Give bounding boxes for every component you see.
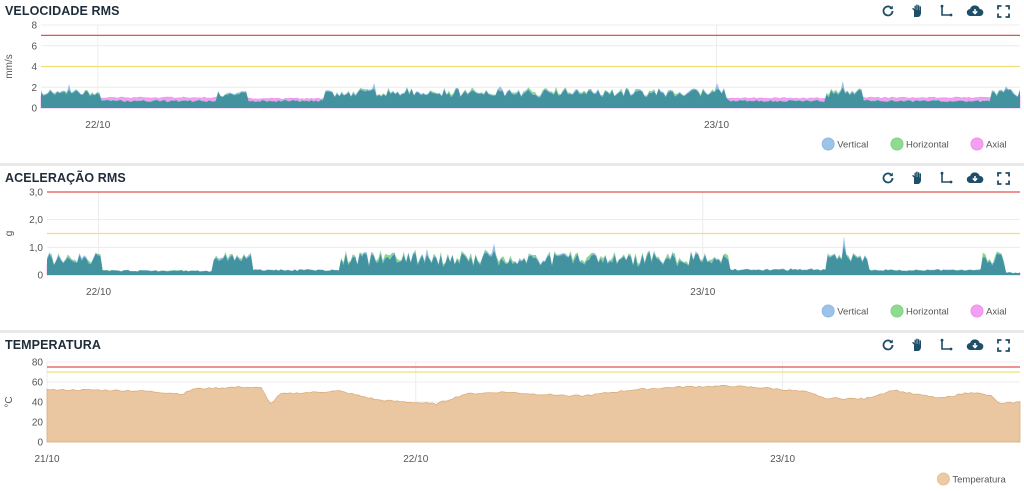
legend-label: Axial: [986, 140, 1007, 151]
y-tick-label: 2: [31, 83, 37, 94]
legend-swatch: [890, 304, 904, 318]
legend-label: Temperatura: [952, 475, 1006, 486]
legend-swatch: [936, 472, 950, 486]
aceleracao-chart: 0 1,0 2,0 3,0 22/10 23/10 g Axial Horizontal Vert…: [4, 188, 1021, 318]
legend-swatch: [821, 304, 835, 318]
y-tick-label: 0: [31, 104, 37, 115]
y-tick-label: 6: [31, 41, 37, 52]
y-tick-label: 8: [31, 21, 37, 32]
series-temperatura-area: [46, 385, 1021, 443]
y-tick-label: 4: [31, 62, 37, 73]
x-tick-label: 23/10: [770, 454, 795, 465]
legend-swatch: [970, 137, 984, 151]
y-tick-label: 0: [37, 438, 43, 449]
y-tick-label: 80: [32, 358, 44, 369]
legend-swatch: [890, 137, 904, 151]
y-tick-label: 3,0: [29, 188, 43, 199]
panel-divider: [0, 163, 1024, 166]
temperatura-chart: 0 20 40 60 80 21/10 22/10 23/10 °C Temperatura: [4, 358, 1021, 486]
x-tick-label: 23/10: [704, 120, 729, 131]
x-tick-label: 21/10: [34, 454, 59, 465]
x-tick-label: 22/10: [85, 120, 110, 131]
x-tick-label: 22/10: [403, 454, 428, 465]
y-tick-label: 1,0: [29, 243, 43, 254]
legend-label: Vertical: [837, 307, 868, 318]
legend-swatch: [821, 137, 835, 151]
y-tick-label: 0: [37, 271, 43, 282]
velocidade-chart: 0 2 4 6 8 22/10 23/10 mm/s Axial Horizontal Vertic…: [4, 21, 1021, 151]
y-tick-label: 40: [32, 398, 44, 409]
y-tick-label: 2,0: [29, 215, 43, 226]
x-tick-label: 23/10: [690, 287, 715, 298]
aceleracao-panel: ACELERAÇÃO RMS 0 1,0 2,0 3,0 22/10 23/10 g Axia…: [0, 167, 1024, 330]
y-axis-label: mm/s: [4, 54, 15, 78]
panel-divider: [0, 330, 1024, 333]
y-axis-label: °C: [4, 396, 15, 407]
legend-label: Vertical: [837, 140, 868, 151]
legend-label: Axial: [986, 307, 1007, 318]
legend-swatch: [970, 304, 984, 318]
velocidade-panel: VELOCIDADE RMS 0 2 4 6 8 22/10 23/10 mm/s Axial H…: [0, 0, 1024, 163]
y-axis-label: g: [4, 231, 15, 237]
y-tick-label: 60: [32, 378, 44, 389]
x-tick-label: 22/10: [86, 287, 111, 298]
temperatura-panel: TEMPERATURA 0 20 40 60 80 21/10 22/10 23/10 °C Te…: [0, 334, 1024, 491]
y-tick-label: 20: [32, 418, 44, 429]
legend-label: Horizontal: [906, 307, 949, 318]
legend-label: Horizontal: [906, 140, 949, 151]
